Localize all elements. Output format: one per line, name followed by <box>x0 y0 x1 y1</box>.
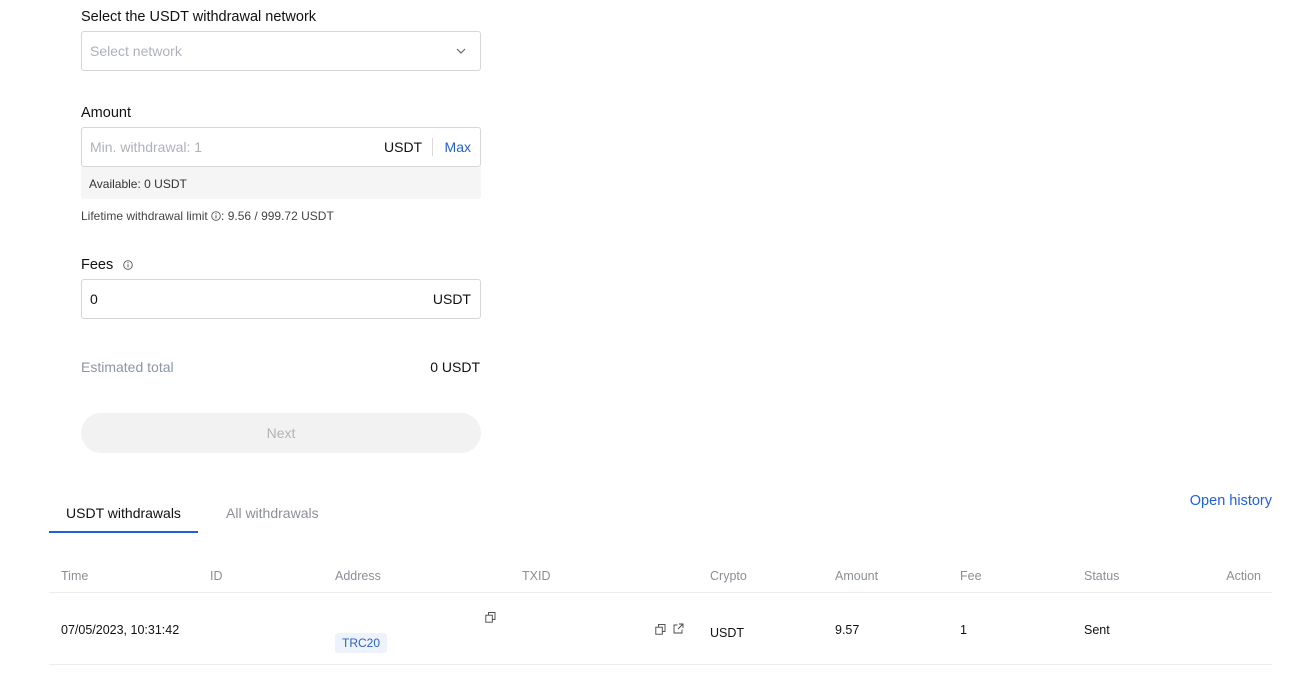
available-balance-box: Available: 0 USDT <box>81 167 481 199</box>
copy-icon[interactable] <box>485 612 496 623</box>
fees-value: 0 <box>90 291 98 307</box>
info-icon[interactable] <box>211 211 221 221</box>
estimated-total-label: Estimated total <box>81 359 174 375</box>
amount-divider <box>432 138 433 156</box>
column-header-action: Action <box>1226 569 1261 583</box>
fees-field: 0 USDT <box>81 279 481 319</box>
fees-label: Fees <box>81 257 114 273</box>
row-status: Sent <box>1084 623 1110 637</box>
active-tab-indicator <box>49 531 198 533</box>
column-header-status: Status <box>1084 569 1120 583</box>
limit-label: Lifetime withdrawal limit <box>81 209 208 223</box>
max-button[interactable]: Max <box>445 139 471 155</box>
next-button[interactable]: Next <box>81 413 481 453</box>
external-link-icon[interactable] <box>673 623 684 634</box>
available-balance: Available: 0 USDT <box>89 177 187 191</box>
amount-label: Amount <box>81 105 131 121</box>
network-select[interactable]: Select network <box>81 31 481 71</box>
amount-unit: USDT <box>384 139 423 155</box>
info-icon[interactable] <box>123 260 134 270</box>
network-label: Select the USDT withdrawal network <box>81 9 317 25</box>
amount-placeholder: Min. withdrawal: 1 <box>90 139 203 155</box>
column-header-amount: Amount <box>835 569 879 583</box>
column-header-time: Time <box>61 569 89 583</box>
amount-input[interactable]: Min. withdrawal: 1 USDT Max <box>81 127 481 167</box>
row-fee: 1 <box>960 623 967 637</box>
tab-all-withdrawals[interactable]: All withdrawals <box>226 505 319 521</box>
column-header-txid: TXID <box>522 569 551 583</box>
estimated-total-value: 0 USDT <box>430 359 480 375</box>
column-header-address: Address <box>335 569 381 583</box>
withdrawal-limit: Lifetime withdrawal limit : 9.56 / 999.7… <box>81 209 334 223</box>
row-amount: 9.57 <box>835 623 860 637</box>
chevron-down-icon <box>456 48 466 54</box>
table-row-divider <box>49 664 1272 665</box>
limit-value: : 9.56 / 999.72 USDT <box>221 209 334 223</box>
copy-icon[interactable] <box>655 624 666 635</box>
network-badge: TRC20 <box>335 633 387 653</box>
row-time: 07/05/2023, 10:31:42 <box>61 623 180 637</box>
table-header-divider <box>49 592 1272 593</box>
open-history-link[interactable]: Open history <box>1190 493 1272 509</box>
tab-usdt-withdrawals[interactable]: USDT withdrawals <box>49 505 198 521</box>
column-header-id: ID <box>210 569 223 583</box>
network-placeholder: Select network <box>90 43 182 59</box>
column-header-crypto: Crypto <box>710 569 747 583</box>
column-header-fee: Fee <box>960 569 982 583</box>
fees-label-row: Fees <box>81 257 134 273</box>
row-crypto: USDT <box>710 626 745 640</box>
fees-unit: USDT <box>432 291 471 307</box>
